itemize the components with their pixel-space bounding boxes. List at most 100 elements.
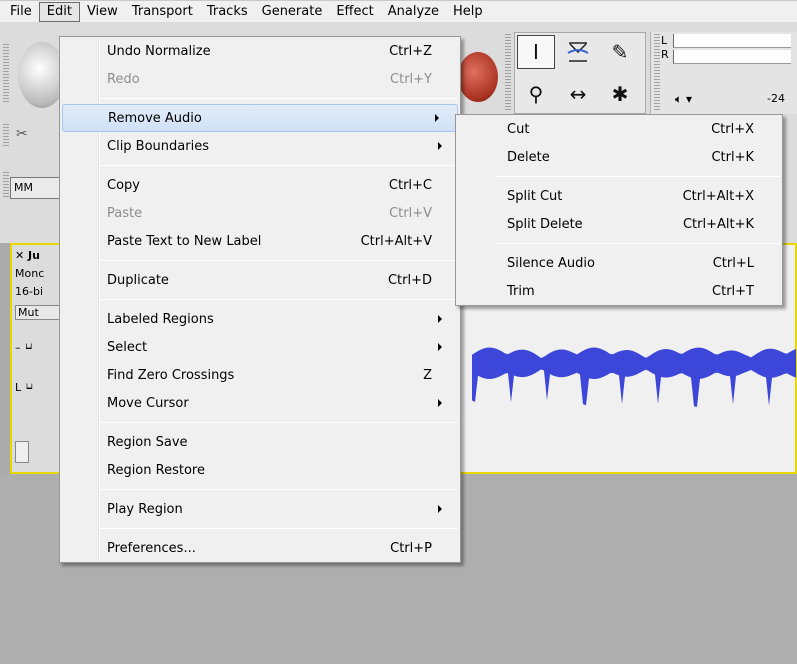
menu-item-label: Labeled Regions bbox=[107, 311, 214, 327]
menu-separator bbox=[100, 489, 458, 490]
mute-button[interactable]: Mut bbox=[15, 305, 63, 320]
menu-item-shortcut: Ctrl+V bbox=[389, 205, 432, 221]
menu-item-label: Copy bbox=[107, 177, 140, 193]
menu-item-trim[interactable]: Trim Ctrl+T bbox=[456, 277, 782, 305]
menu-item-redo: Redo Ctrl+Y bbox=[60, 65, 460, 93]
menu-item-label: Select bbox=[107, 339, 148, 355]
timeshift-tool-icon[interactable]: ↔ bbox=[559, 77, 597, 111]
selection-tool-icon[interactable]: I bbox=[517, 35, 555, 69]
menu-item-delete[interactable]: Delete Ctrl+K bbox=[456, 143, 782, 171]
menu-item-remove-audio[interactable]: Remove Audio bbox=[62, 104, 458, 132]
device-selector[interactable]: MM bbox=[10, 177, 60, 199]
menu-transport[interactable]: Transport bbox=[125, 2, 200, 22]
menu-item-play-region[interactable]: Play Region bbox=[60, 495, 460, 523]
menu-item-shortcut: Ctrl+X bbox=[711, 121, 754, 137]
waveform-shape bbox=[472, 347, 796, 407]
menu-file[interactable]: File bbox=[3, 2, 39, 22]
menu-analyze[interactable]: Analyze bbox=[381, 2, 446, 22]
toolbar-grip[interactable] bbox=[3, 44, 9, 104]
menu-item-copy[interactable]: Copy Ctrl+C bbox=[60, 171, 460, 199]
submenu-arrow-icon bbox=[438, 142, 442, 150]
submenu-arrow-icon bbox=[438, 343, 442, 351]
menu-separator bbox=[496, 176, 780, 177]
left-meter-bar[interactable] bbox=[673, 34, 791, 48]
menu-item-shortcut: Ctrl+Alt+V bbox=[360, 233, 432, 249]
waveform bbox=[472, 347, 796, 407]
menubar: File Edit View Transport Tracks Generate Effec… bbox=[0, 0, 797, 22]
menu-item-find-zero-crossings[interactable]: Find Zero Crossings Z bbox=[60, 361, 460, 389]
menu-item-label: Delete bbox=[507, 149, 550, 165]
track-close-button[interactable]: ✕ Ju bbox=[15, 249, 40, 262]
draw-tool-icon[interactable]: ✎ bbox=[601, 35, 639, 69]
menu-separator bbox=[100, 299, 458, 300]
menu-tracks[interactable]: Tracks bbox=[200, 2, 255, 22]
menu-item-cut[interactable]: Cut Ctrl+X bbox=[456, 115, 782, 143]
toolbar-grip[interactable] bbox=[3, 172, 9, 198]
menu-item-shortcut: Ctrl+P bbox=[390, 540, 432, 556]
menu-item-region-restore[interactable]: Region Restore bbox=[60, 456, 460, 484]
record-button[interactable] bbox=[458, 52, 498, 102]
menu-item-label: Trim bbox=[507, 283, 535, 299]
menu-item-select[interactable]: Select bbox=[60, 333, 460, 361]
menu-item-shortcut: Ctrl+Y bbox=[390, 71, 432, 87]
submenu-arrow-icon bbox=[438, 505, 442, 513]
meter-left-label: L bbox=[661, 34, 668, 47]
menu-effect[interactable]: Effect bbox=[329, 2, 380, 22]
remove-audio-submenu: Cut Ctrl+X Delete Ctrl+K Split Cut Ctrl+Alt+X… bbox=[455, 114, 783, 306]
menu-separator bbox=[100, 422, 458, 423]
submenu-arrow-icon bbox=[438, 315, 442, 323]
speaker-icon[interactable]: 🔈︎ ▾ bbox=[675, 92, 692, 107]
zoom-tool-icon[interactable]: ⚲ bbox=[517, 77, 555, 111]
menu-item-shortcut: Ctrl+L bbox=[712, 255, 754, 271]
gain-slider[interactable]: – ┕┙ bbox=[15, 341, 34, 354]
track-format-label: 16-bi bbox=[15, 285, 44, 298]
menu-item-duplicate[interactable]: Duplicate Ctrl+D bbox=[60, 266, 460, 294]
menu-item-silence-audio[interactable]: Silence Audio Ctrl+L bbox=[456, 249, 782, 277]
pan-slider[interactable]: L ┕┙ bbox=[15, 381, 34, 394]
menu-separator bbox=[100, 165, 458, 166]
menu-item-clip-boundaries[interactable]: Clip Boundaries bbox=[60, 132, 460, 160]
edit-menu: Undo Normalize Ctrl+Z Redo Ctrl+Y Remove Aud… bbox=[59, 36, 461, 563]
menu-item-shortcut: Z bbox=[423, 367, 432, 383]
menu-item-label: Split Delete bbox=[507, 216, 583, 232]
menu-item-label: Region Save bbox=[107, 434, 188, 450]
menu-help[interactable]: Help bbox=[446, 2, 490, 22]
menu-item-label: Region Restore bbox=[107, 462, 205, 478]
menu-separator bbox=[100, 260, 458, 261]
menu-item-label: Paste bbox=[107, 205, 143, 221]
menu-item-label: Remove Audio bbox=[108, 110, 202, 126]
menu-item-label: Redo bbox=[107, 71, 140, 87]
menu-item-split-delete[interactable]: Split Delete Ctrl+Alt+K bbox=[456, 210, 782, 238]
cut-icon[interactable]: ✂ bbox=[16, 126, 28, 142]
menu-item-undo-normalize[interactable]: Undo Normalize Ctrl+Z bbox=[60, 37, 460, 65]
menu-item-label: Duplicate bbox=[107, 272, 169, 288]
menu-separator bbox=[496, 243, 780, 244]
toolbar-grip[interactable] bbox=[3, 124, 9, 146]
submenu-arrow-icon bbox=[438, 399, 442, 407]
menu-item-shortcut: Ctrl+Alt+K bbox=[682, 216, 754, 232]
menu-item-shortcut: Ctrl+Z bbox=[389, 43, 432, 59]
right-meter-bar[interactable] bbox=[673, 50, 791, 64]
menu-item-label: Silence Audio bbox=[507, 255, 595, 271]
menu-item-paste-text-to-new-label[interactable]: Paste Text to New Label Ctrl+Alt+V bbox=[60, 227, 460, 255]
meter-db-label: -24 bbox=[767, 92, 785, 105]
menu-item-preferences[interactable]: Preferences... Ctrl+P bbox=[60, 534, 460, 562]
menu-item-shortcut: Ctrl+T bbox=[712, 283, 754, 299]
menu-edit[interactable]: Edit bbox=[38, 1, 80, 22]
menu-item-shortcut: Ctrl+Alt+X bbox=[682, 188, 754, 204]
menu-item-region-save[interactable]: Region Save bbox=[60, 428, 460, 456]
menu-separator bbox=[100, 528, 458, 529]
menu-item-label: Preferences... bbox=[107, 540, 196, 556]
envelope-tool-icon[interactable] bbox=[559, 35, 597, 69]
menu-item-labeled-regions[interactable]: Labeled Regions bbox=[60, 305, 460, 333]
multi-tool-icon[interactable]: ✱ bbox=[601, 77, 639, 111]
track-collapse-button[interactable] bbox=[15, 441, 29, 463]
menu-item-split-cut[interactable]: Split Cut Ctrl+Alt+X bbox=[456, 182, 782, 210]
toolbar-grip[interactable] bbox=[505, 34, 511, 112]
toolbar-grip[interactable] bbox=[654, 34, 660, 110]
menu-item-paste: Paste Ctrl+V bbox=[60, 199, 460, 227]
menu-generate[interactable]: Generate bbox=[255, 2, 330, 22]
menu-view[interactable]: View bbox=[80, 2, 125, 22]
meter-toolbar: L R 🔈︎ ▾ -24 bbox=[650, 32, 797, 114]
menu-item-move-cursor[interactable]: Move Cursor bbox=[60, 389, 460, 417]
